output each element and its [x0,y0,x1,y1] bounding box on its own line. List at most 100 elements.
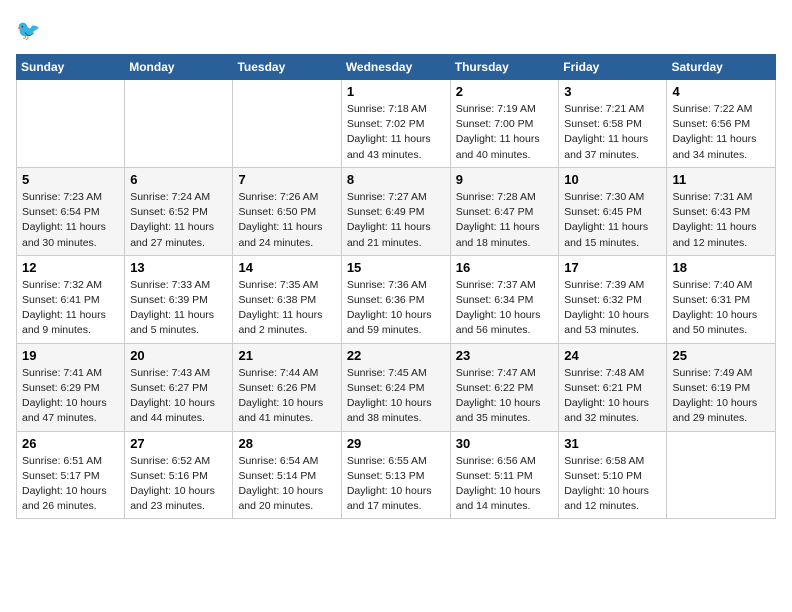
calendar-cell: 5 Sunrise: 7:23 AM Sunset: 6:54 PM Daylig… [17,167,125,255]
day-info: Sunrise: 7:43 AM Sunset: 6:27 PM Dayligh… [130,366,227,427]
calendar-cell: 2 Sunrise: 7:19 AM Sunset: 7:00 PM Daylig… [450,80,559,168]
day-info: Sunrise: 7:26 AM Sunset: 6:50 PM Dayligh… [238,190,335,251]
calendar-cell: 6 Sunrise: 7:24 AM Sunset: 6:52 PM Daylig… [125,167,233,255]
calendar-cell: 27Sunrise: 6:52 AM Sunset: 5:16 PM Dayli… [125,431,233,519]
day-number: 13 [130,260,227,275]
day-number: 31 [564,436,661,451]
calendar-cell: 14 Sunrise: 7:35 AM Sunset: 6:38 PM Dayli… [233,255,341,343]
day-info: Sunrise: 6:55 AM Sunset: 5:13 PM Dayligh… [347,454,445,515]
calendar-header-thursday: Thursday [450,55,559,80]
day-info: Sunrise: 7:28 AM Sunset: 6:47 PM Dayligh… [456,190,554,251]
calendar-cell: 1Sunrise: 7:18 AM Sunset: 7:02 PM Daylig… [341,80,450,168]
calendar-cell: 18 Sunrise: 7:40 AM Sunset: 6:31 PM Dayli… [667,255,776,343]
day-number: 8 [347,172,445,187]
day-number: 21 [238,348,335,363]
day-info: Sunrise: 7:45 AM Sunset: 6:24 PM Dayligh… [347,366,445,427]
page-header: 🐦 [16,16,776,44]
day-info: Sunrise: 7:24 AM Sunset: 6:52 PM Dayligh… [130,190,227,251]
calendar-cell: 8Sunrise: 7:27 AM Sunset: 6:49 PM Daylig… [341,167,450,255]
calendar-cell: 10Sunrise: 7:30 AM Sunset: 6:45 PM Dayli… [559,167,667,255]
calendar-cell: 28 Sunrise: 6:54 AM Sunset: 5:14 PM Dayli… [233,431,341,519]
day-number: 14 [238,260,335,275]
day-number: 23 [456,348,554,363]
calendar-cell: 7 Sunrise: 7:26 AM Sunset: 6:50 PM Daylig… [233,167,341,255]
calendar-week-row: 12Sunrise: 7:32 AM Sunset: 6:41 PM Dayli… [17,255,776,343]
day-info: Sunrise: 7:31 AM Sunset: 6:43 PM Dayligh… [672,190,770,251]
calendar-week-row: 26 Sunrise: 6:51 AM Sunset: 5:17 PM Dayli… [17,431,776,519]
calendar-cell: 21 Sunrise: 7:44 AM Sunset: 6:26 PM Dayli… [233,343,341,431]
day-info: Sunrise: 7:33 AM Sunset: 6:39 PM Dayligh… [130,278,227,339]
day-info: Sunrise: 7:21 AM Sunset: 6:58 PM Dayligh… [564,102,661,163]
day-number: 5 [22,172,119,187]
calendar-header-saturday: Saturday [667,55,776,80]
calendar-cell: 15 Sunrise: 7:36 AM Sunset: 6:36 PM Dayli… [341,255,450,343]
calendar-cell: 31 Sunrise: 6:58 AM Sunset: 5:10 PM Dayli… [559,431,667,519]
calendar-week-row: 5 Sunrise: 7:23 AM Sunset: 6:54 PM Daylig… [17,167,776,255]
day-info: Sunrise: 6:51 AM Sunset: 5:17 PM Dayligh… [22,454,119,515]
day-number: 19 [22,348,119,363]
calendar-cell: 25Sunrise: 7:49 AM Sunset: 6:19 PM Dayli… [667,343,776,431]
calendar-header-friday: Friday [559,55,667,80]
day-info: Sunrise: 7:19 AM Sunset: 7:00 PM Dayligh… [456,102,554,163]
calendar-header-wednesday: Wednesday [341,55,450,80]
calendar-header-row: SundayMondayTuesdayWednesdayThursdayFrid… [17,55,776,80]
day-info: Sunrise: 7:40 AM Sunset: 6:31 PM Dayligh… [672,278,770,339]
day-number: 26 [22,436,119,451]
day-info: Sunrise: 6:54 AM Sunset: 5:14 PM Dayligh… [238,454,335,515]
day-info: Sunrise: 7:22 AM Sunset: 6:56 PM Dayligh… [672,102,770,163]
day-number: 22 [347,348,445,363]
calendar-table: SundayMondayTuesdayWednesdayThursdayFrid… [16,54,776,519]
calendar-cell: 30 Sunrise: 6:56 AM Sunset: 5:11 PM Dayli… [450,431,559,519]
calendar-header-monday: Monday [125,55,233,80]
day-number: 10 [564,172,661,187]
day-number: 15 [347,260,445,275]
day-number: 4 [672,84,770,99]
day-info: Sunrise: 7:49 AM Sunset: 6:19 PM Dayligh… [672,366,770,427]
calendar-header-sunday: Sunday [17,55,125,80]
calendar-cell: 11 Sunrise: 7:31 AM Sunset: 6:43 PM Dayli… [667,167,776,255]
day-info: Sunrise: 7:36 AM Sunset: 6:36 PM Dayligh… [347,278,445,339]
day-number: 2 [456,84,554,99]
day-number: 30 [456,436,554,451]
calendar-cell: 19 Sunrise: 7:41 AM Sunset: 6:29 PM Dayli… [17,343,125,431]
calendar-cell: 29 Sunrise: 6:55 AM Sunset: 5:13 PM Dayli… [341,431,450,519]
calendar-cell: 9 Sunrise: 7:28 AM Sunset: 6:47 PM Daylig… [450,167,559,255]
calendar-cell: 12Sunrise: 7:32 AM Sunset: 6:41 PM Dayli… [17,255,125,343]
calendar-cell [233,80,341,168]
day-info: Sunrise: 6:52 AM Sunset: 5:16 PM Dayligh… [130,454,227,515]
day-number: 1 [347,84,445,99]
calendar-cell: 4 Sunrise: 7:22 AM Sunset: 6:56 PM Daylig… [667,80,776,168]
day-info: Sunrise: 7:37 AM Sunset: 6:34 PM Dayligh… [456,278,554,339]
day-info: Sunrise: 7:44 AM Sunset: 6:26 PM Dayligh… [238,366,335,427]
day-number: 3 [564,84,661,99]
day-number: 6 [130,172,227,187]
calendar-week-row: 1Sunrise: 7:18 AM Sunset: 7:02 PM Daylig… [17,80,776,168]
day-number: 11 [672,172,770,187]
day-info: Sunrise: 7:23 AM Sunset: 6:54 PM Dayligh… [22,190,119,251]
svg-text:🐦: 🐦 [16,20,40,42]
day-number: 24 [564,348,661,363]
day-info: Sunrise: 7:39 AM Sunset: 6:32 PM Dayligh… [564,278,661,339]
calendar-cell: 22 Sunrise: 7:45 AM Sunset: 6:24 PM Dayli… [341,343,450,431]
calendar-cell: 20 Sunrise: 7:43 AM Sunset: 6:27 PM Dayli… [125,343,233,431]
day-info: Sunrise: 7:35 AM Sunset: 6:38 PM Dayligh… [238,278,335,339]
day-number: 29 [347,436,445,451]
day-info: Sunrise: 7:47 AM Sunset: 6:22 PM Dayligh… [456,366,554,427]
day-number: 20 [130,348,227,363]
day-number: 18 [672,260,770,275]
calendar-cell: 17 Sunrise: 7:39 AM Sunset: 6:32 PM Dayli… [559,255,667,343]
calendar-cell: 24Sunrise: 7:48 AM Sunset: 6:21 PM Dayli… [559,343,667,431]
day-info: Sunrise: 7:41 AM Sunset: 6:29 PM Dayligh… [22,366,119,427]
day-number: 17 [564,260,661,275]
day-number: 7 [238,172,335,187]
day-number: 9 [456,172,554,187]
logo-icon: 🐦 [16,16,44,44]
day-number: 28 [238,436,335,451]
day-info: Sunrise: 6:56 AM Sunset: 5:11 PM Dayligh… [456,454,554,515]
day-info: Sunrise: 6:58 AM Sunset: 5:10 PM Dayligh… [564,454,661,515]
calendar-cell: 26 Sunrise: 6:51 AM Sunset: 5:17 PM Dayli… [17,431,125,519]
day-info: Sunrise: 7:32 AM Sunset: 6:41 PM Dayligh… [22,278,119,339]
calendar-cell [17,80,125,168]
calendar-week-row: 19 Sunrise: 7:41 AM Sunset: 6:29 PM Dayli… [17,343,776,431]
calendar-cell [125,80,233,168]
